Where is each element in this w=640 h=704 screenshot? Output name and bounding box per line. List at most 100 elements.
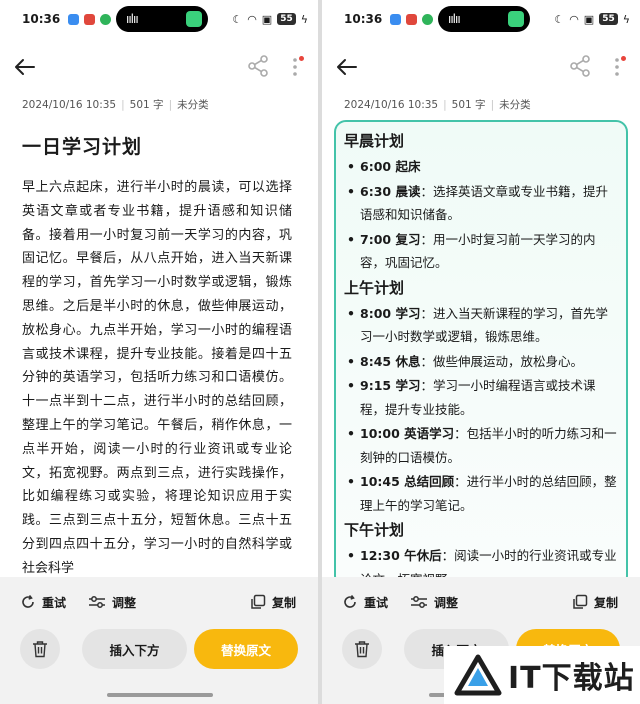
charging-icon: ϟ — [300, 12, 308, 26]
plan-item: • 8:45 休息：做些伸展运动，放松身心。 — [347, 353, 583, 369]
top-bar — [322, 48, 640, 86]
status-right: ☾ ◠ ▣ 55 ϟ — [554, 13, 630, 26]
app-notification-icon — [84, 13, 96, 25]
note-category: 未分类 — [499, 99, 531, 111]
notification-dot — [299, 56, 304, 61]
section-title: 上午计划 — [344, 278, 405, 297]
watermark-text: IT下载站 — [508, 661, 635, 696]
replace-original-button[interactable]: 替换原文 — [194, 629, 298, 669]
phone-left: 10:36 ıılıı ☾ ◠ ▣ 55 ϟ 2024/10/16 10:35 … — [0, 0, 318, 704]
plan-item: • 6:30 晨读：选择英语文章或专业书籍，提升语感和知识储备。 — [347, 183, 608, 223]
charging-icon: ϟ — [622, 12, 630, 26]
status-right: ☾ ◠ ▣ 55 ϟ — [232, 13, 308, 26]
watermark: IT下载站 — [444, 646, 640, 704]
adjust-label: 调整 — [434, 595, 459, 610]
dynamic-island: ıılıı — [438, 6, 530, 32]
plan-item-time: 6:00 起床 — [360, 159, 421, 174]
more-options-button[interactable] — [606, 54, 628, 80]
action-row: 重试 调整 复制 — [322, 591, 640, 613]
delete-button[interactable] — [342, 629, 382, 669]
watermark-logo-icon — [454, 654, 502, 696]
share-icon[interactable] — [568, 54, 592, 78]
battery-indicator: 55 — [599, 13, 618, 25]
app-notification-icon — [68, 13, 80, 25]
app-icon — [508, 11, 524, 27]
home-indicator[interactable] — [107, 693, 213, 697]
action-row: 重试 调整 复制 — [0, 591, 318, 613]
plan-item-time: 8:45 休息 — [360, 353, 421, 369]
retry-button[interactable]: 重试 — [342, 591, 388, 613]
battery-indicator: 55 — [277, 13, 296, 25]
app-notification-icon — [390, 13, 402, 25]
retry-icon — [344, 595, 356, 608]
sliders-icon — [411, 596, 427, 608]
retry-label: 重试 — [42, 595, 67, 610]
adjust-label: 调整 — [112, 595, 137, 610]
document-body[interactable]: 早上六点起床，进行半小时的晨读，可以选择英语文章或者专业书籍，提升语感和知识储备… — [22, 176, 292, 576]
plan-item-text: ：做些伸展运动，放松身心。 — [420, 353, 583, 369]
retry-button[interactable]: 重试 — [20, 591, 66, 613]
dynamic-island: ıılıı — [116, 6, 208, 32]
status-time: 10:36 — [22, 12, 61, 26]
plan-item: • 8:00 学习：进入当天新课程的学习，首先学习一小时数学或逻辑，锻炼思维。 — [347, 305, 608, 345]
copy-button[interactable]: 复制 — [250, 591, 296, 613]
audio-wave-icon: ıılıı — [448, 12, 461, 26]
plan-item: • 10:45 总结回顾：进行半小时的总结回顾，整理上午的学习笔记。 — [347, 474, 617, 513]
trash-icon — [33, 641, 47, 658]
note-date: 2024/10/16 10:35 — [22, 99, 117, 111]
copy-label: 复制 — [594, 595, 619, 610]
plan-item-time: 9:15 学习 — [360, 378, 421, 393]
wifi-icon: ◠ — [247, 12, 257, 26]
trash-icon — [355, 641, 369, 658]
more-options-button[interactable] — [284, 54, 306, 80]
section-title: 早晨计划 — [344, 132, 405, 150]
status-bar: 10:36 ıılıı ☾ ◠ ▣ 55 ϟ — [322, 0, 640, 38]
sim-icon: ▣ — [261, 12, 273, 26]
shield-icon — [422, 13, 434, 25]
copy-label: 复制 — [272, 595, 297, 610]
share-icon[interactable] — [246, 54, 270, 78]
app-icon — [186, 11, 202, 27]
notification-dot — [621, 56, 626, 61]
copy-button[interactable]: 复制 — [572, 591, 618, 613]
plan-item-time: 8:00 学习 — [360, 305, 421, 321]
plan-item-time: 10:45 总结回顾 — [360, 474, 455, 489]
section-title: 下午计划 — [344, 521, 405, 539]
plan-item-time: 6:30 晨读 — [360, 183, 421, 199]
plan-item: • 9:15 学习：学习一小时编程语言或技术课程，提升专业技能。 — [347, 378, 596, 417]
plan-item: • 7:00 复习：用一小时复习前一天学习的内容，巩固记忆。 — [347, 231, 596, 271]
copy-icon — [251, 594, 266, 609]
app-notification-icon — [406, 13, 418, 25]
sim-icon: ▣ — [583, 12, 595, 26]
plan-item-time: 10:00 英语学习 — [360, 426, 455, 441]
adjust-button[interactable]: 调整 — [88, 591, 136, 613]
note-meta: 2024/10/16 10:35 | 501 字 | 未分类 — [22, 99, 209, 111]
retry-icon — [22, 595, 34, 608]
button-row: 插入下方 替换原文 — [0, 629, 318, 669]
wifi-icon: ◠ — [569, 12, 579, 26]
moon-icon: ☾ — [232, 12, 243, 26]
plan-list: • 6:00 起床 • 6:30 晨读：选择英语文章或专业书籍，提升语感和知识储备。… — [344, 155, 618, 275]
adjust-button[interactable]: 调整 — [410, 591, 458, 613]
status-bar: 10:36 ıılıı ☾ ◠ ▣ 55 ϟ — [0, 0, 318, 38]
screens-container: 10:36 ıılıı ☾ ◠ ▣ 55 ϟ 2024/10/16 10:35 … — [0, 0, 640, 704]
retry-label: 重试 — [364, 595, 389, 610]
plan-item: • 6:00 起床 — [347, 159, 421, 174]
status-time: 10:36 — [344, 12, 383, 26]
back-arrow-icon[interactable] — [334, 54, 360, 80]
ai-action-panel: 重试 调整 复制 插入下方 替换原文 — [0, 577, 318, 704]
sliders-icon — [89, 596, 105, 608]
ai-result-card[interactable]: 早晨计划 • 6:00 起床 • 6:30 晨读：选择英语文章或专业书籍，提升语感和… — [334, 120, 628, 588]
note-category: 未分类 — [177, 99, 209, 111]
note-date: 2024/10/16 10:35 — [344, 99, 439, 111]
plan-item-time: 7:00 复习 — [360, 231, 421, 247]
plan-item: • 10:00 英语学习：包括半小时的听力练习和一刻钟的口语模仿。 — [347, 426, 617, 465]
back-arrow-icon[interactable] — [12, 54, 38, 80]
plan-list: • 8:00 学习：进入当天新课程的学习，首先学习一小时数学或逻辑，锻炼思维。 •… — [344, 302, 618, 518]
top-bar — [0, 48, 318, 86]
moon-icon: ☾ — [554, 12, 565, 26]
insert-below-button[interactable]: 插入下方 — [82, 629, 187, 669]
audio-wave-icon: ıılıı — [126, 12, 139, 26]
delete-button[interactable] — [20, 629, 60, 669]
plan-item-time: 12:30 午休后 — [360, 548, 442, 563]
